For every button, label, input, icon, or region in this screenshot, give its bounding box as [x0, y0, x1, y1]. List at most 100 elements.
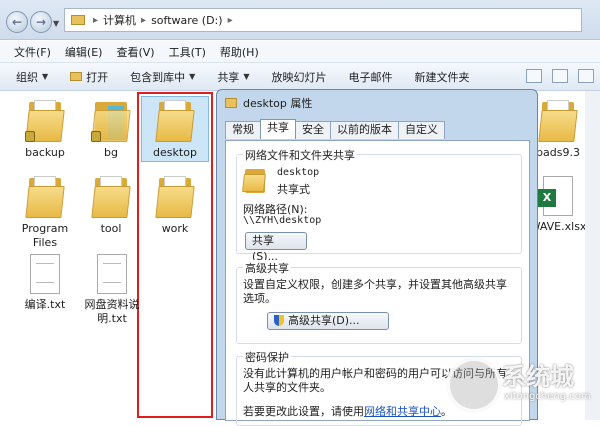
- forward-arrow-icon: →: [35, 15, 47, 29]
- chevron-down-icon: ▼: [189, 72, 196, 81]
- advanced-sharing-label: 高级共享(D)...: [288, 314, 360, 327]
- back-button[interactable]: ←: [6, 11, 28, 33]
- share-with-button[interactable]: 共享 ▼: [217, 69, 249, 85]
- folder-icon: [225, 98, 237, 108]
- share-name: desktop: [277, 167, 320, 178]
- file-item[interactable]: Program Files: [13, 176, 77, 250]
- new-folder-label: 新建文件夹: [414, 70, 470, 84]
- share-status: 共享式: [277, 183, 310, 196]
- chevron-down-icon: ▼: [243, 72, 250, 81]
- folder-icon: [91, 100, 131, 142]
- lock-icon: [25, 131, 35, 142]
- file-item[interactable]: bg: [79, 100, 143, 160]
- command-bar: 组织 ▼ 打开 包含到库中 ▼ 共享 ▼ 放映幻灯片 电子邮件 新建文件夹: [0, 63, 600, 91]
- lock-icon: [91, 131, 101, 142]
- new-folder-button[interactable]: 新建文件夹: [414, 69, 469, 85]
- group-heading: 高级共享: [243, 260, 291, 276]
- file-name: 编译.txt: [24, 298, 66, 311]
- file-item[interactable]: work: [143, 176, 207, 236]
- file-name: desktop: [153, 146, 197, 159]
- slideshow-button[interactable]: 放映幻灯片: [271, 69, 326, 85]
- share-label: 共享: [217, 70, 240, 84]
- forward-button[interactable]: →: [30, 11, 52, 33]
- site-watermark: 系统城 xitongcheng.com: [446, 355, 600, 420]
- preview-pane-icon[interactable]: [552, 69, 568, 83]
- file-name: bg: [104, 146, 118, 159]
- text-file-icon: [97, 254, 127, 294]
- network-path: \\ZYH\desktop: [243, 215, 322, 226]
- logo-icon: [446, 357, 502, 413]
- menu-file[interactable]: 文件(F): [14, 44, 51, 60]
- breadcrumb-computer[interactable]: 计算机: [103, 12, 136, 28]
- uac-shield-icon: [274, 315, 284, 326]
- back-arrow-icon: ←: [11, 15, 23, 29]
- open-button[interactable]: 打开: [70, 69, 108, 85]
- watermark-text: 系统城: [502, 363, 574, 391]
- open-label: 打开: [86, 70, 109, 84]
- chevron-right-icon: ▸: [93, 14, 99, 26]
- chevron-down-icon: ▼: [42, 72, 49, 81]
- recent-pages-dropdown[interactable]: ▼: [53, 19, 59, 28]
- file-item[interactable]: backup: [13, 100, 77, 160]
- tab-security[interactable]: 安全: [295, 121, 331, 139]
- folder-icon: [242, 167, 266, 193]
- chevron-right-icon: ▸: [227, 14, 233, 26]
- advanced-sharing-group: 高级共享 设置自定义权限，创建多个共享，并设置其他高级共享选项。 高级共享(D)…: [236, 260, 522, 344]
- folder-icon: [25, 100, 65, 142]
- view-options-icon[interactable]: [526, 69, 542, 83]
- file-name: pads9.3: [536, 146, 580, 159]
- advanced-description: 设置自定义权限，创建多个共享，并设置其他高级共享选项。: [243, 278, 507, 305]
- file-name: Program Files: [21, 222, 69, 249]
- path-box[interactable]: ▸ 计算机 ▸ software (D:) ▸: [64, 8, 582, 32]
- menu-edit[interactable]: 编辑(E): [65, 44, 103, 60]
- file-item-selected[interactable]: desktop: [143, 100, 207, 160]
- chevron-right-icon: ▸: [141, 14, 147, 26]
- include-in-library-button[interactable]: 包含到库中 ▼: [130, 69, 195, 85]
- folder-icon: [538, 100, 578, 142]
- address-bar: ← → ▼ ▸ 计算机 ▸ software (D:) ▸: [0, 0, 600, 40]
- share-button[interactable]: 共享(S)...: [245, 232, 307, 263]
- excel-file-icon: X: [538, 176, 573, 216]
- tab-previous-versions[interactable]: 以前的版本: [330, 121, 399, 139]
- folder-icon: [155, 176, 195, 218]
- file-name: tool: [100, 222, 122, 235]
- tab-customize[interactable]: 自定义: [398, 121, 445, 139]
- email-button[interactable]: 电子邮件: [348, 69, 392, 85]
- menu-help[interactable]: 帮助(H): [220, 44, 259, 60]
- group-heading: 网络文件和文件夹共享: [243, 147, 357, 163]
- file-name: work: [161, 222, 189, 235]
- group-heading: 密码保护: [243, 349, 291, 365]
- change-setting-text: 若要更改此设置，请使用: [243, 405, 364, 418]
- dialog-titlebar: desktop 属性: [225, 95, 312, 111]
- tab-general[interactable]: 常规: [225, 121, 261, 139]
- menu-bar: 文件(F) 编辑(E) 查看(V) 工具(T) 帮助(H): [0, 41, 600, 63]
- network-sharing-group: 网络文件和文件夹共享 desktop 共享式 网络路径(N): \\ZYH\de…: [236, 147, 522, 263]
- folder-icon: [155, 100, 195, 142]
- help-icon[interactable]: [578, 69, 594, 83]
- file-item[interactable]: tool: [79, 176, 143, 236]
- open-folder-icon: [70, 72, 83, 81]
- computer-icon: [71, 15, 85, 25]
- include-label: 包含到库中: [130, 70, 186, 84]
- file-name: backup: [25, 146, 65, 159]
- organize-button[interactable]: 组织 ▼: [16, 69, 48, 85]
- network-sharing-center-link[interactable]: 网络和共享中心: [364, 405, 441, 418]
- menu-tools[interactable]: 工具(T): [169, 44, 206, 60]
- file-name: WAVE.xlsx: [529, 220, 587, 233]
- slideshow-label: 放映幻灯片: [271, 70, 327, 84]
- dialog-title: desktop 属性: [243, 97, 313, 110]
- file-item[interactable]: 网盘资料说明.txt: [77, 254, 147, 326]
- tab-sharing[interactable]: 共享: [260, 119, 296, 139]
- breadcrumb-drive[interactable]: software (D:): [151, 14, 223, 27]
- file-name: 网盘资料说明.txt: [84, 298, 140, 325]
- text-file-icon: [30, 254, 60, 294]
- file-item[interactable]: 编译.txt: [13, 254, 77, 312]
- organize-label: 组织: [16, 70, 38, 84]
- folder-icon: [91, 176, 131, 218]
- menu-view[interactable]: 查看(V): [116, 44, 154, 60]
- advanced-sharing-button[interactable]: 高级共享(D)...: [267, 312, 389, 330]
- watermark-url: xitongcheng.com: [504, 391, 591, 402]
- folder-icon: [25, 176, 65, 218]
- dialog-tabs: 常规 共享 安全 以前的版本 自定义: [225, 119, 445, 139]
- email-label: 电子邮件: [348, 70, 393, 84]
